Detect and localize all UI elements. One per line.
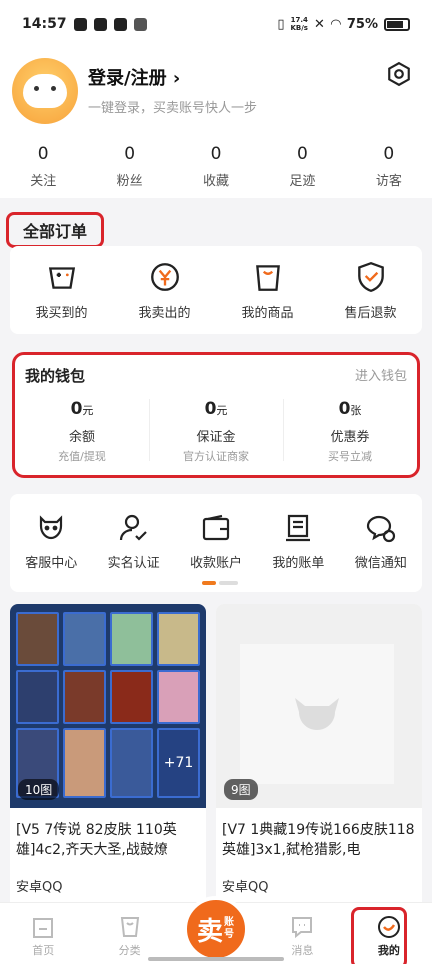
image-placeholder xyxy=(240,644,394,784)
nav-category[interactable]: 分类 xyxy=(86,903,172,964)
wifi-icon: ◠ xyxy=(330,16,341,32)
service-customer-center[interactable]: 客服中心 xyxy=(10,512,92,571)
service-my-bill[interactable]: 我的账单 xyxy=(257,512,339,571)
shopping-bag-icon xyxy=(255,265,280,291)
settings-icon[interactable] xyxy=(386,61,412,87)
login-subtitle: 一键登录，买卖账号快人一步 xyxy=(88,101,258,116)
nav-messages[interactable]: 消息 xyxy=(259,903,345,964)
user-verify-icon xyxy=(119,514,147,541)
product-title: [V5 7传说 82皮肤 110英雄]4c2,齐天大圣,战鼓燎 xyxy=(16,822,177,858)
product-card[interactable]: +71 10图 [V5 7传说 82皮肤 110英雄]4c2,齐天大圣,战鼓燎 … xyxy=(10,604,206,924)
enter-wallet-link[interactable]: 进入钱包 xyxy=(355,365,407,384)
services-panel: 客服中心 实名认证 收款账户 我的账单 微信通知 xyxy=(10,494,422,592)
product-card[interactable]: 9图 [V7 1典藏19传说166皮肤118英雄]3x1,弑枪猎影,电 安卓QQ xyxy=(216,604,422,924)
home-icon xyxy=(33,917,54,938)
vibrate-icon: ▯ xyxy=(277,16,285,32)
stat-following[interactable]: 0 关注 xyxy=(0,144,86,189)
product-platform: 安卓QQ xyxy=(16,880,63,895)
gamepad-icon xyxy=(48,267,75,289)
wallet-deposit[interactable]: 0元 保证金 官方认证商家 xyxy=(149,399,283,464)
clock: 14:57 xyxy=(22,16,67,32)
nav-home[interactable]: 首页 xyxy=(0,903,86,964)
product-platform: 安卓QQ xyxy=(222,880,269,895)
profile-header: 登录/注册 › 一键登录，买卖账号快人一步 0 关注 0 粉丝 0 收藏 0 足… xyxy=(0,48,432,198)
sim-icon: ✕ xyxy=(313,16,325,32)
wallet-title: 我的钱包 xyxy=(25,367,86,385)
support-icon xyxy=(40,515,63,540)
network-speed: 17.4 KB/s xyxy=(290,16,308,32)
more-images-count: +71 xyxy=(157,728,200,798)
stat-fans[interactable]: 0 粉丝 xyxy=(86,144,172,189)
order-bought[interactable]: 我买到的 xyxy=(10,246,113,334)
battery-percent: 75% xyxy=(346,16,378,32)
wallet-card[interactable]: 我的钱包 进入钱包 0元 余额 充值/提现 0元 保证金 官方认证商家 0张 优… xyxy=(12,352,420,478)
product-title: [V7 1典藏19传说166皮肤118英雄]3x1,弑枪猎影,电 xyxy=(222,822,415,858)
yen-coin-icon xyxy=(150,263,179,291)
image-count-badge: 10图 xyxy=(18,779,60,800)
home-indicator xyxy=(148,957,284,961)
app-icon xyxy=(113,17,127,31)
nav-mine[interactable]: 我的 xyxy=(346,903,432,964)
stat-history[interactable]: 0 足迹 xyxy=(259,144,345,189)
category-icon xyxy=(120,916,139,937)
avatar[interactable] xyxy=(12,58,78,124)
service-real-name[interactable]: 实名认证 xyxy=(92,512,174,571)
service-payee-account[interactable]: 收款账户 xyxy=(175,512,257,571)
order-my-goods[interactable]: 我的商品 xyxy=(216,246,319,334)
wallet-balance[interactable]: 0元 余额 充值/提现 xyxy=(15,399,149,464)
message-icon xyxy=(292,916,313,938)
service-wechat-notify[interactable]: 微信通知 xyxy=(340,512,422,571)
tiktok-icon xyxy=(93,17,107,31)
product-image: +71 10图 xyxy=(10,604,206,808)
order-refund[interactable]: 售后退款 xyxy=(319,246,422,334)
notification-icon xyxy=(73,17,87,31)
wallet-icon xyxy=(202,514,230,541)
mine-icon xyxy=(377,915,400,938)
bill-icon xyxy=(286,514,311,542)
sell-account-button[interactable]: 卖 账号 xyxy=(183,896,249,962)
services-scroll-indicator xyxy=(202,581,238,585)
wallet-coupons[interactable]: 0张 优惠券 买号立减 xyxy=(283,399,417,464)
orders-panel: 我买到的 我卖出的 我的商品 售后退款 xyxy=(10,246,422,334)
wallet-columns: 0元 余额 充值/提现 0元 保证金 官方认证商家 0张 优惠券 买号立减 xyxy=(15,399,417,464)
cow-logo-icon xyxy=(295,698,339,730)
order-sold[interactable]: 我卖出的 xyxy=(113,246,216,334)
stat-visitors[interactable]: 0 访客 xyxy=(346,144,432,189)
battery-icon xyxy=(384,17,410,31)
login-register-link[interactable]: 登录/注册 › xyxy=(88,64,180,90)
wechat-notify-icon xyxy=(366,515,395,543)
stats-row: 0 关注 0 粉丝 0 收藏 0 足迹 0 访客 xyxy=(0,144,432,189)
all-orders-title[interactable]: 全部订单 xyxy=(6,212,105,248)
image-count-badge: 9图 xyxy=(224,779,258,800)
app-grid-icon xyxy=(133,17,147,31)
product-image: 9图 xyxy=(216,604,422,808)
status-bar: 14:57 ▯ 17.4 KB/s ✕ ◠ 75% xyxy=(0,0,432,48)
stat-favorites[interactable]: 0 收藏 xyxy=(173,144,259,189)
shield-check-icon xyxy=(357,261,384,293)
